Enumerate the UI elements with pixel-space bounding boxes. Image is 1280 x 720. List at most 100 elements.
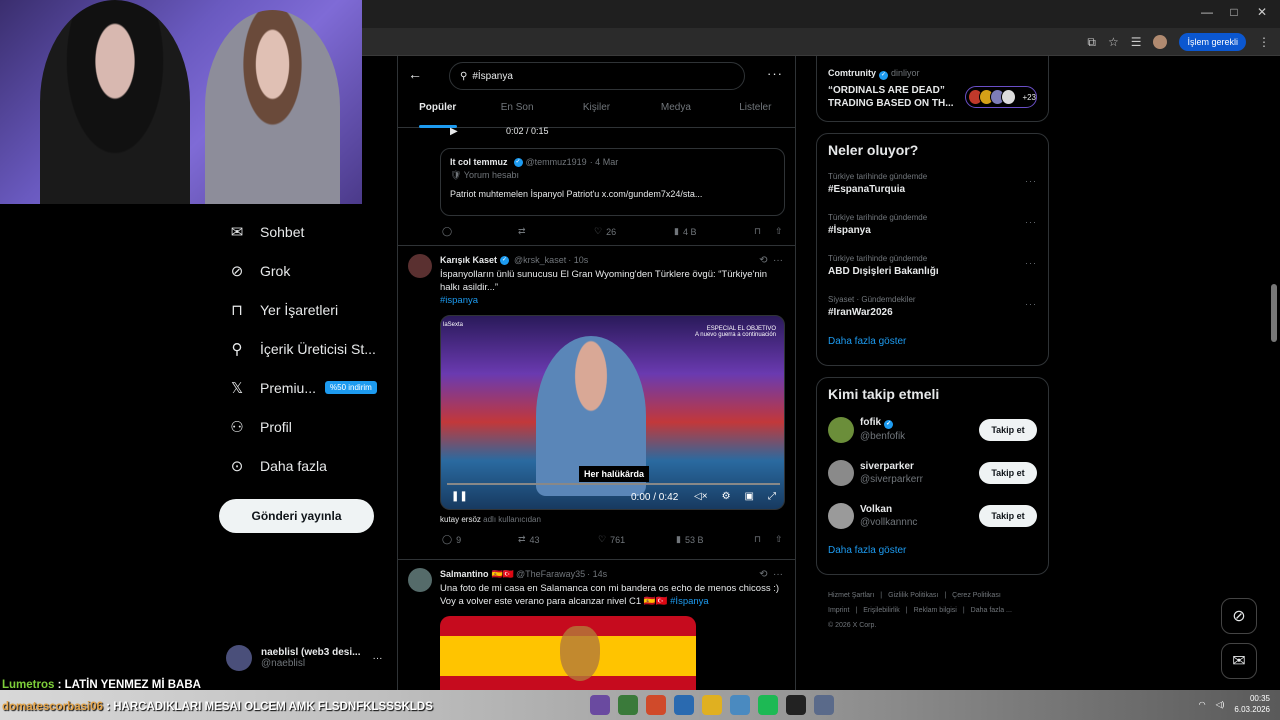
- nav-bookmarks[interactable]: ⊓ Yer İşaretleri: [219, 290, 389, 329]
- via-user[interactable]: kutay ersöz: [440, 515, 481, 524]
- play-icon[interactable]: ▶: [450, 126, 458, 137]
- footer-link[interactable]: Gizlilik Politikası: [888, 592, 938, 599]
- trend-item[interactable]: Türkiye tarihinde gündemde ABD Dışişleri…: [817, 246, 1048, 287]
- close-window-button[interactable]: ✕: [1252, 5, 1272, 19]
- tab-listeler[interactable]: Listeler: [716, 102, 795, 128]
- app-icon[interactable]: [814, 695, 834, 715]
- nav-sohbet[interactable]: ✉ Sohbet: [219, 212, 389, 251]
- video-progress-bar[interactable]: [447, 483, 780, 485]
- settings-icon[interactable]: ⚙: [722, 491, 731, 502]
- profile-avatar[interactable]: [1153, 35, 1168, 49]
- app-icon[interactable]: [674, 695, 694, 715]
- volume-icon[interactable]: ◁): [1216, 700, 1225, 709]
- footer-link[interactable]: Reklam bilgisi: [914, 607, 957, 614]
- more-options-icon[interactable]: ···: [767, 66, 783, 81]
- avatar[interactable]: [828, 459, 854, 486]
- tweet-image[interactable]: [440, 616, 696, 690]
- trend-item[interactable]: Türkiye tarihinde gündemde #EspanaTurqui…: [817, 164, 1048, 205]
- retweet-button[interactable]: ⇄ 43: [518, 534, 540, 545]
- follow-suggestion[interactable]: Volkan @vollkannnc Takip et: [817, 494, 1048, 537]
- avatar[interactable]: [408, 254, 432, 278]
- footer-link[interactable]: Daha fazla ...: [971, 607, 1012, 614]
- bookmark-icon[interactable]: ⊓: [754, 226, 761, 237]
- nav-grok[interactable]: ⊘ Grok: [219, 251, 389, 290]
- folder-icon[interactable]: [702, 695, 722, 715]
- avatar[interactable]: [828, 416, 854, 443]
- back-arrow-icon[interactable]: ←: [408, 66, 422, 82]
- reading-list-icon[interactable]: ☰: [1131, 35, 1142, 49]
- app-icon[interactable]: [590, 695, 610, 715]
- reply-button[interactable]: ◯ 9: [442, 534, 461, 545]
- trend-item[interactable]: Türkiye tarihinde gündemde #İspanya ···: [817, 205, 1048, 246]
- nav-premium[interactable]: 𝕏 Premiu... %50 indirim: [219, 368, 389, 407]
- tab-en-son[interactable]: En Son: [477, 102, 556, 128]
- action-required-button[interactable]: İşlem gerekli: [1179, 33, 1246, 51]
- share-icon[interactable]: ⇧: [775, 226, 783, 237]
- hashtag-link[interactable]: #ispanya: [440, 295, 478, 306]
- grok-fab[interactable]: ⊘: [1221, 598, 1257, 634]
- spaces-card[interactable]: Comtrunity ✓ dinliyor “ORDINALS ARE DEAD” …: [816, 56, 1049, 122]
- views-button[interactable]: ▮ 53 B: [676, 534, 703, 545]
- app-icon[interactable]: [786, 695, 806, 715]
- fullscreen-icon[interactable]: ⤢: [768, 491, 776, 502]
- app-icon[interactable]: [618, 695, 638, 715]
- tab-medya[interactable]: Medya: [636, 102, 715, 128]
- install-app-icon[interactable]: ⧉: [1087, 35, 1096, 50]
- follow-button[interactable]: Takip et: [979, 505, 1037, 527]
- footer-link[interactable]: Çerez Politikası: [952, 592, 1001, 599]
- star-icon[interactable]: ☆: [1108, 35, 1119, 49]
- post-button[interactable]: Gönderi yayınla: [219, 499, 374, 533]
- footer-link[interactable]: Erişilebilirlik: [863, 607, 900, 614]
- reply-icon[interactable]: ◯: [442, 226, 452, 237]
- trend-item[interactable]: Siyaset · Gündemdekiler #IranWar2026 ···: [817, 287, 1048, 328]
- account-switcher[interactable]: naeblisl (web3 desi... @naeblisl ···: [226, 643, 386, 673]
- avatar[interactable]: [408, 568, 432, 592]
- tweet-author-name[interactable]: Salmantino: [440, 569, 489, 579]
- tab-kisiler[interactable]: Kişiler: [557, 102, 636, 128]
- follow-suggestion[interactable]: fofik ✓ @benfofik Takip et: [817, 408, 1048, 451]
- pause-icon[interactable]: ❚❚: [451, 491, 468, 502]
- retweet-icon[interactable]: ⇄: [518, 226, 526, 237]
- trend-more-icon[interactable]: ···: [1025, 299, 1037, 309]
- clock[interactable]: 00:35 6.03.2026: [1234, 693, 1270, 715]
- trend-more-icon[interactable]: ···: [1025, 176, 1037, 186]
- tweet[interactable]: Salmantino 🇪🇸🇹🇷 @TheFaraway35 · 14s ⟲ ··…: [398, 560, 795, 690]
- tweet[interactable]: Karışık Kaset ✓ @krsk_kaset · 10s ⟲ ··· …: [398, 246, 795, 559]
- who-show-more-link[interactable]: Daha fazla göster: [817, 537, 1048, 564]
- maximize-button[interactable]: □: [1224, 5, 1244, 19]
- trend-more-icon[interactable]: ···: [1025, 258, 1037, 268]
- browser-menu-icon[interactable]: ⋮: [1258, 35, 1270, 49]
- follow-button[interactable]: Takip et: [979, 419, 1037, 441]
- account-more-icon[interactable]: ···: [372, 653, 382, 664]
- nav-profile[interactable]: ⚇ Profil: [219, 407, 389, 446]
- chrome-icon[interactable]: [646, 695, 666, 715]
- follow-button[interactable]: Takip et: [979, 462, 1037, 484]
- tweet-author-name[interactable]: Karışık Kaset: [440, 255, 497, 265]
- share-icon[interactable]: ⇧: [775, 534, 783, 545]
- wifi-icon[interactable]: ◠: [1199, 700, 1206, 709]
- avatar[interactable]: [828, 502, 854, 529]
- tweet-more-icon[interactable]: ⟲ ···: [759, 569, 783, 580]
- quoted-tweet[interactable]: It col temmuz ✓ @temmuz1919 · 4 Mar 🛡 Yo…: [440, 148, 785, 216]
- scroll-thumb[interactable]: [1271, 284, 1277, 342]
- tab-populer[interactable]: Popüler: [398, 102, 477, 128]
- like-button[interactable]: ♡ 761: [598, 534, 625, 545]
- spotify-icon[interactable]: [758, 695, 778, 715]
- footer-link[interactable]: Hizmet Şartları: [828, 592, 874, 599]
- tweet-more-icon[interactable]: ⟲ ···: [759, 255, 783, 266]
- trend-more-icon[interactable]: ···: [1025, 217, 1037, 227]
- video-player[interactable]: laSexta ESPECIAL EL OBJETIVO A nuevo guer…: [440, 315, 785, 510]
- minimize-button[interactable]: —: [1197, 5, 1217, 19]
- mute-icon[interactable]: ◁×: [694, 491, 708, 502]
- app-icon[interactable]: [730, 695, 750, 715]
- hashtag-link[interactable]: #İspanya: [670, 596, 709, 607]
- bookmark-icon[interactable]: ⊓: [754, 534, 761, 545]
- search-input[interactable]: ⚲ #İspanya: [449, 62, 745, 90]
- nav-more[interactable]: ⊙ Daha fazla: [219, 446, 389, 485]
- nav-creator-studio[interactable]: ⚲ İçerik Üreticisi St...: [219, 329, 389, 368]
- follow-suggestion[interactable]: siverparker @siverparkerr Takip et: [817, 451, 1048, 494]
- footer-link[interactable]: Imprint: [828, 607, 849, 614]
- page-scrollbar[interactable]: [1271, 56, 1277, 690]
- trends-show-more-link[interactable]: Daha fazla göster: [817, 328, 1048, 355]
- views-button[interactable]: ▮ 4 B: [674, 226, 696, 237]
